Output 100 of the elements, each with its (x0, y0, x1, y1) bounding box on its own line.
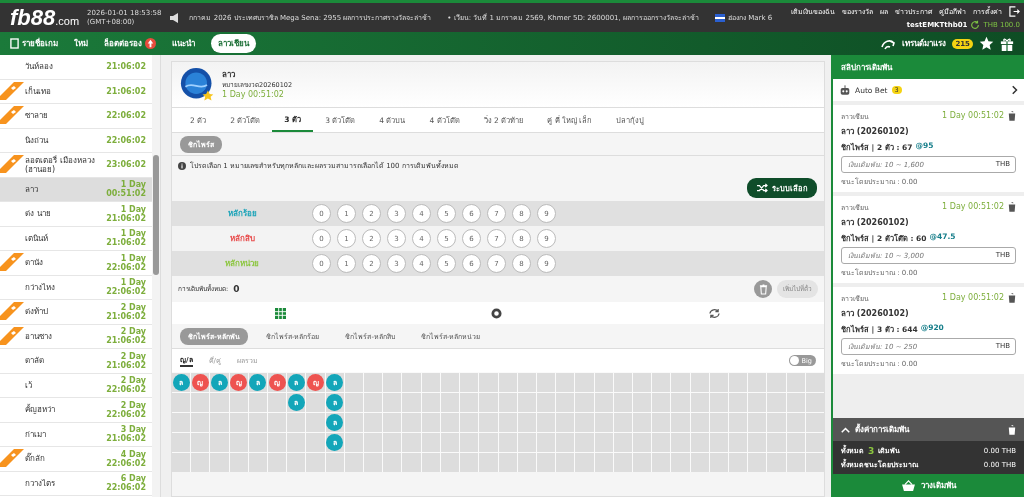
countdown: 21:06:02 (106, 86, 146, 96)
chevron-right-icon (1012, 85, 1018, 95)
lottery-title: ลาว (222, 69, 236, 80)
grid-cell (402, 433, 421, 452)
lottery-item[interactable]: ซาลาย 22:06:02 (0, 104, 152, 129)
grid-cell (479, 433, 498, 452)
grid-cell (709, 453, 728, 472)
grid-cell (364, 393, 383, 412)
countdown: 1 Day 21:06:02 (106, 229, 146, 248)
grid-cell (479, 413, 498, 432)
place-bet-button[interactable]: วางเดิมพัน (833, 474, 1024, 497)
grid-cell (594, 453, 613, 472)
info-icon (178, 161, 186, 170)
grid-cell (402, 413, 421, 432)
logout-icon[interactable] (1009, 5, 1020, 17)
grid-cell (690, 433, 709, 452)
grid-cell (613, 413, 632, 432)
nav-tab[interactable]: รายชื่อเกม (10, 37, 58, 50)
refresh-icon[interactable] (708, 307, 722, 319)
up-arrow-icon (145, 38, 156, 49)
grid-cell (728, 393, 748, 412)
grid-cell (460, 413, 479, 432)
lottery-name: คั้ญฮหว่า (25, 405, 56, 415)
grid-cell (191, 413, 210, 432)
grid-cell (440, 393, 460, 412)
grid-cell (594, 373, 613, 392)
nav-tab[interactable]: แนะนำ (172, 37, 195, 50)
grid-cell (767, 413, 786, 432)
bet-slip-header: สลิปการเดิมพัน (833, 55, 1024, 79)
logo[interactable]: fb88.com (10, 4, 80, 31)
grid-cell (690, 453, 709, 472)
digit-position-label: หลักร้อย (226, 208, 258, 220)
grid-cell (229, 453, 248, 472)
grid-cell (191, 433, 210, 452)
grid-cell (383, 373, 402, 392)
lottery-name: ด่ง นาย (25, 209, 52, 219)
grid-cell (709, 413, 728, 432)
refresh-icon[interactable] (970, 19, 981, 30)
scrollbar[interactable] (152, 55, 160, 497)
grid-cell (748, 433, 767, 452)
delete-button[interactable] (754, 280, 772, 298)
grid-cell (460, 453, 479, 472)
grid-cell (287, 453, 306, 472)
bet-settings-bar[interactable]: ตั้งค่าการเดิมพัน (833, 418, 1024, 441)
grid-cell (556, 433, 575, 452)
grid-cell (748, 413, 767, 432)
grid-cell (460, 433, 479, 452)
star-icon[interactable] (979, 36, 994, 51)
trash-icon[interactable] (1008, 111, 1016, 121)
lottery-item[interactable]: ด่งท้าป 2 Day 21:06:02 (0, 300, 152, 325)
grid-cell (517, 413, 536, 432)
nav-tab[interactable]: ล็อตต่อรอง (104, 37, 156, 50)
grid-cell (748, 453, 767, 472)
lottery-item[interactable]: ดั๊กลัก 4 Day 22:06:02 (0, 447, 152, 472)
countdown: 1 Day 22:06:02 (106, 253, 146, 272)
grid-cell (479, 393, 498, 412)
grid-cell (517, 453, 536, 472)
countdown: 6 Day 22:06:02 (106, 474, 146, 493)
grid-cell (786, 433, 805, 452)
trash-icon[interactable] (1008, 202, 1016, 212)
lottery-item[interactable]: ดานัง 1 Day 22:06:02 (0, 251, 152, 276)
lottery-name: อานซาง (25, 331, 53, 341)
trending-link[interactable]: เทรนด์มาแรง (902, 37, 947, 50)
grid-cell (613, 393, 632, 412)
grid-cell (690, 413, 709, 432)
grid-cell (440, 453, 460, 472)
grid-cell (786, 413, 805, 432)
donut-chart-icon[interactable] (491, 307, 503, 319)
trash-icon[interactable] (1008, 424, 1016, 435)
scrollbar-thumb[interactable] (153, 155, 159, 275)
grid-cell (229, 413, 248, 432)
countdown: 2 Day 21:06:02 (106, 302, 146, 321)
lottery-name: ดั๊กลัก (25, 454, 46, 464)
grid-cell (460, 393, 479, 412)
lottery-name: ลาว (25, 184, 39, 194)
lottery-item[interactable]: เก็นเทอ 21:06:02 (0, 79, 152, 104)
grid-cell (229, 433, 248, 452)
grid-icon[interactable] (274, 307, 286, 319)
gift-icon[interactable] (1000, 36, 1014, 51)
nav-tab[interactable]: ลาวเชียน (211, 34, 256, 53)
trash-icon[interactable] (1008, 293, 1016, 303)
grid-cell (652, 413, 671, 432)
lottery-logo-icon (180, 66, 216, 103)
grid-cell (191, 453, 210, 472)
grid-cell (440, 413, 460, 432)
lottery-item[interactable]: ลาว 1 Day 00:51:02 (0, 177, 152, 202)
grid-cell (402, 393, 421, 412)
grid-cell (767, 393, 786, 412)
grid-cell (786, 373, 805, 392)
nav-tab[interactable]: ใหม่ (74, 37, 88, 50)
grid-cell (248, 433, 267, 452)
grid-cell (671, 393, 690, 412)
lottery-item[interactable]: อานซาง 2 Day 21:06:02 (0, 324, 152, 349)
flag-icon (715, 13, 725, 22)
lottery-item[interactable]: ลอตเตอรี่ เมืองหลวง (ฮานอย) 23:06:02 (0, 153, 152, 178)
grid-cell (402, 453, 421, 472)
grid-cell (613, 453, 632, 472)
grid-cell (498, 433, 517, 452)
grid-cell (248, 413, 267, 432)
grid-cell (786, 453, 805, 472)
